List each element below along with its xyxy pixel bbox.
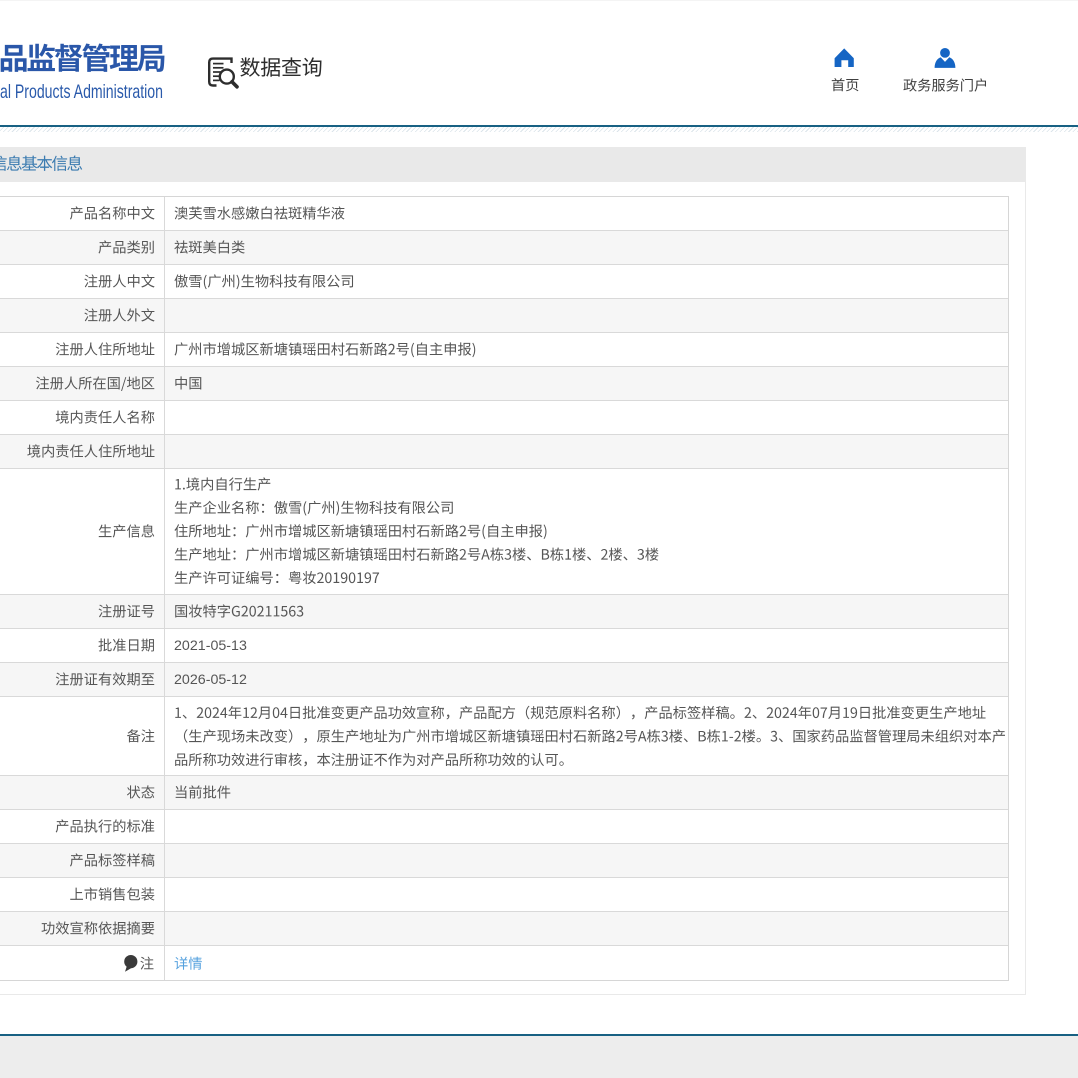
svg-text:2026-05-12: 2026-05-12 xyxy=(174,672,247,688)
svg-text:al Products Administration: al Products Administration xyxy=(0,81,163,103)
svg-text:2021-05-13: 2021-05-13 xyxy=(174,638,247,654)
